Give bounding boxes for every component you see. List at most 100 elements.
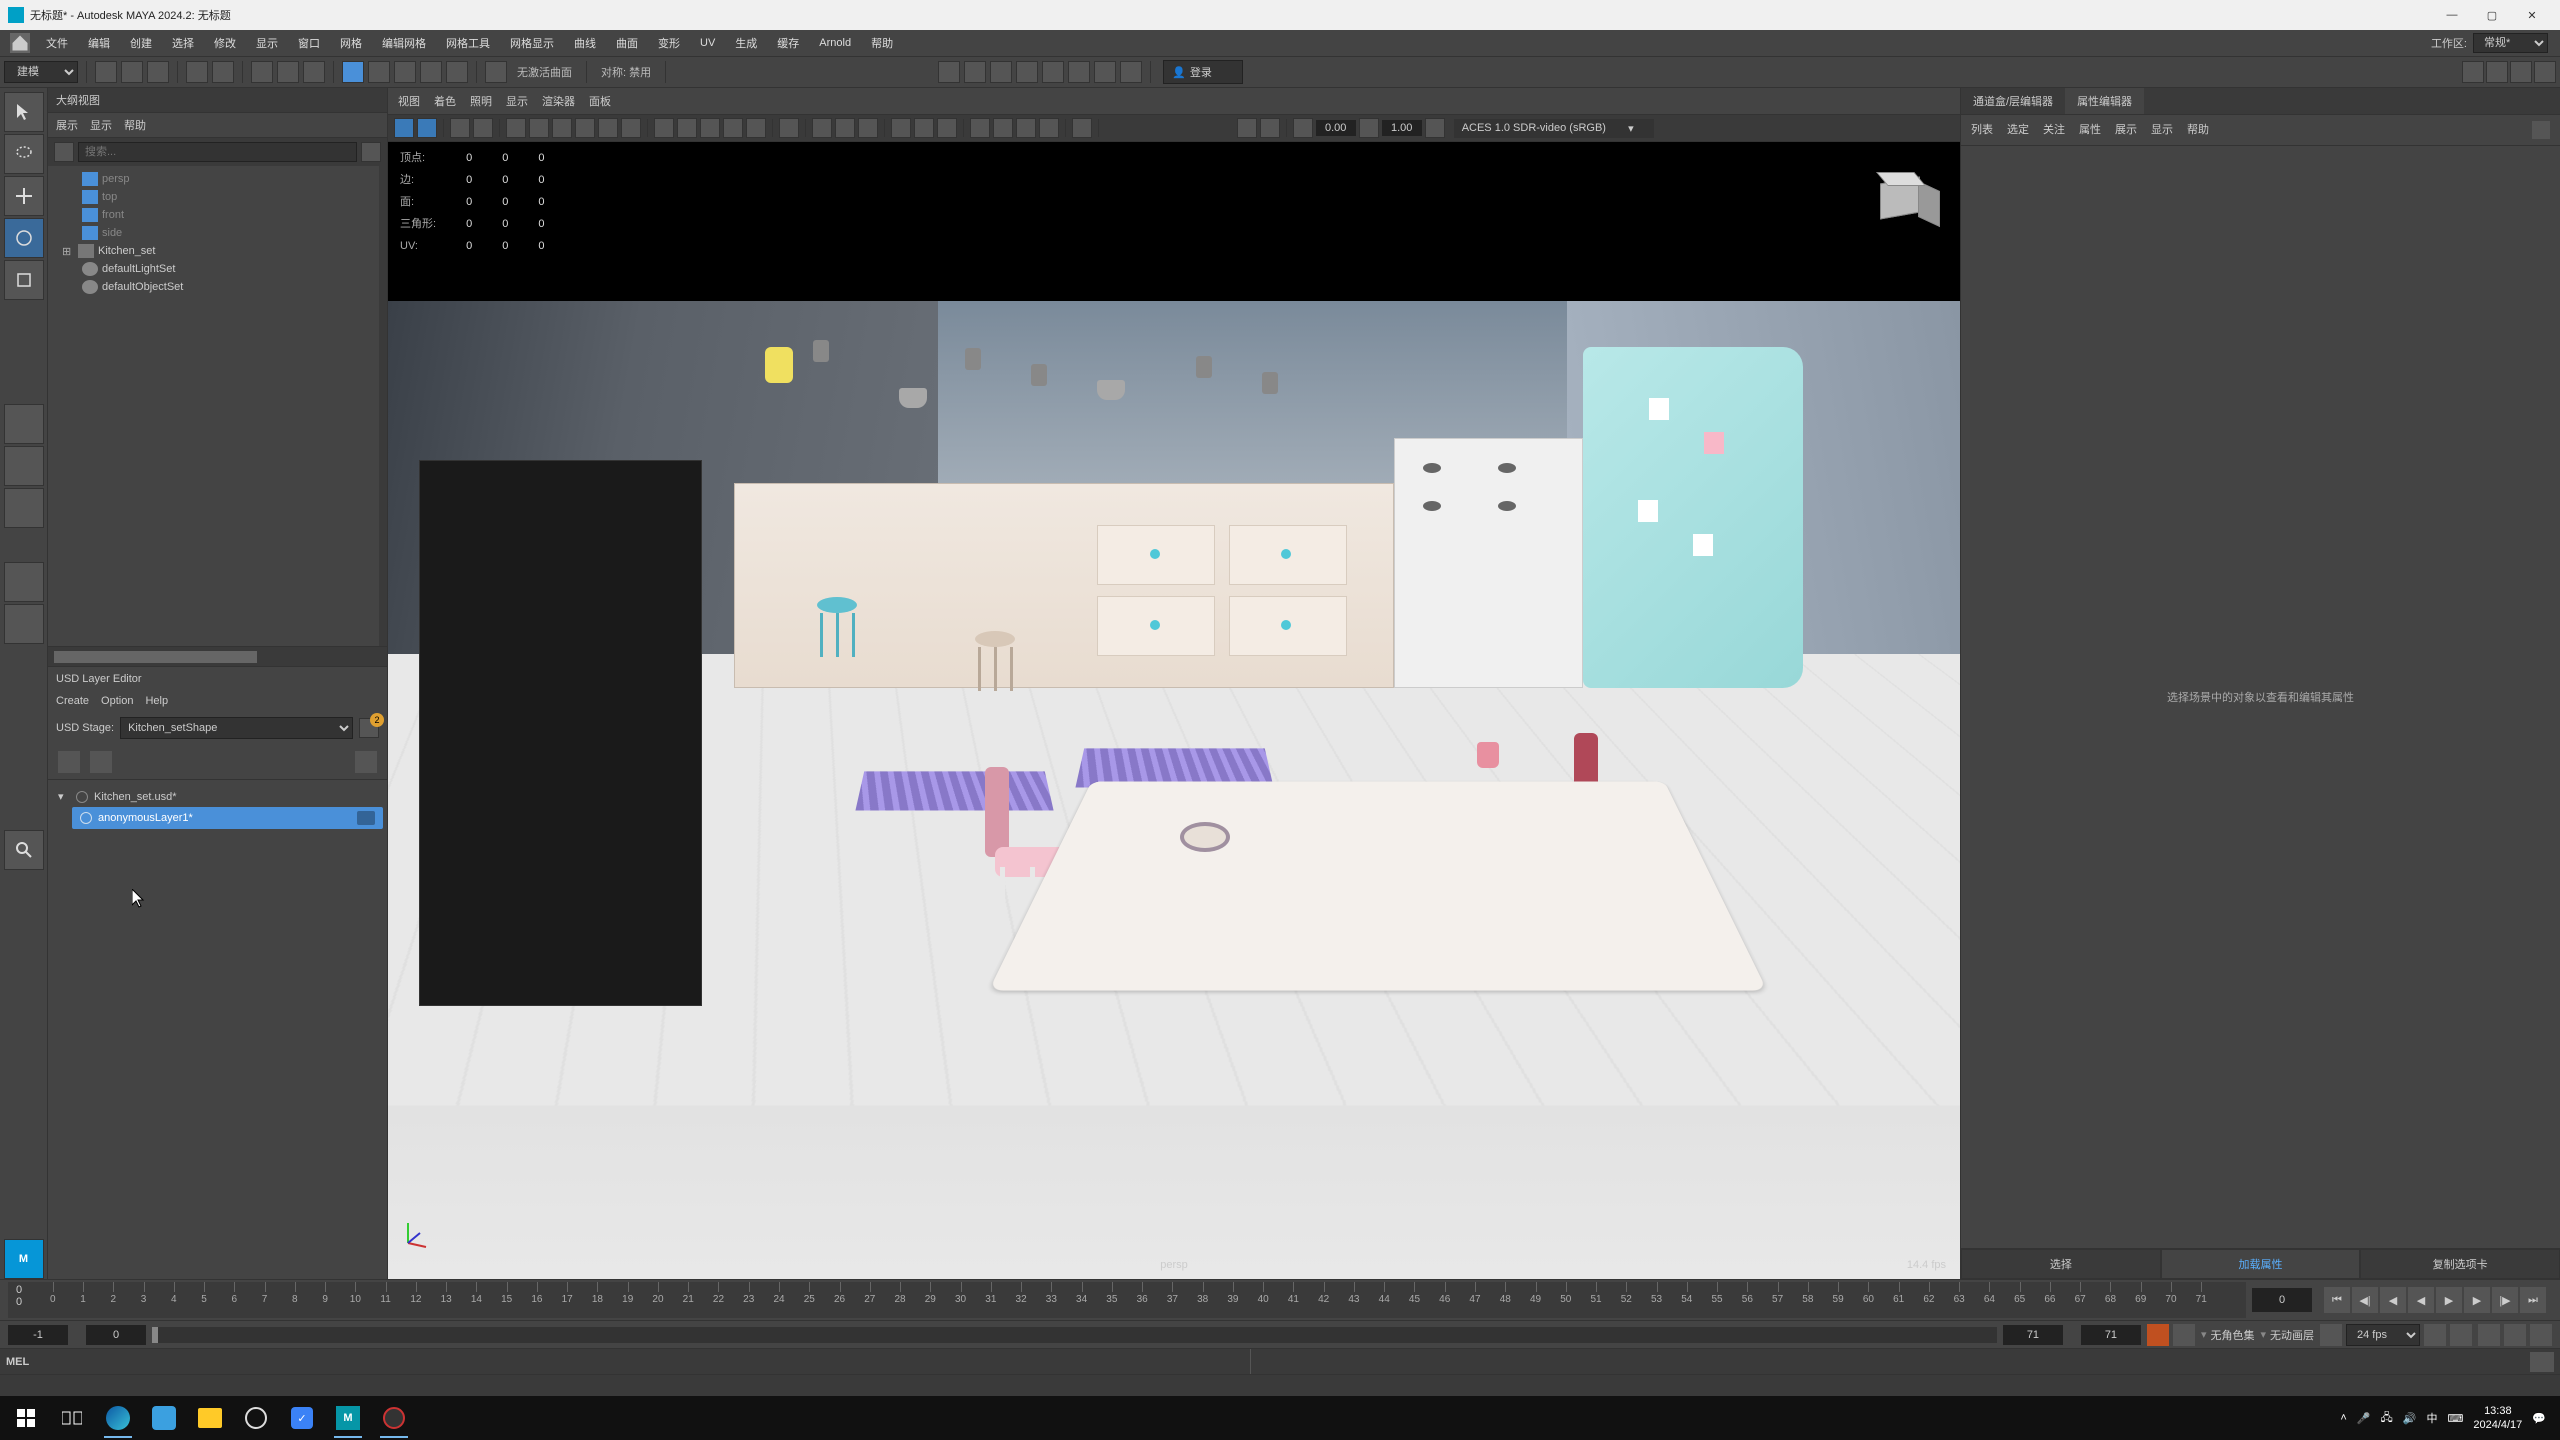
render-icon[interactable] [938,61,960,83]
script-lang-label[interactable]: MEL [6,1356,29,1368]
menu-meshdisplay[interactable]: 网格显示 [500,35,564,51]
usd-stage-dropdown[interactable]: Kitchen_setShape [120,717,353,739]
target-icon[interactable] [80,812,92,824]
usd-load-layer-icon[interactable] [90,751,112,773]
save-scene-icon[interactable] [147,61,169,83]
play-back-icon[interactable]: ◀ [2408,1287,2434,1313]
command-input[interactable] [35,1356,1244,1368]
render-settings-icon[interactable] [1016,61,1038,83]
snap-curve-icon[interactable] [368,61,390,83]
tray-network-icon[interactable]: 🖧 [2381,1409,2393,1428]
outliner-item-lightset[interactable]: defaultLightSet [48,260,379,278]
vp-subdiv-icon[interactable] [937,118,957,138]
audio-icon[interactable] [2478,1324,2500,1346]
vp-gamma-icon[interactable] [1293,118,1313,138]
vp-menu-lighting[interactable]: 照明 [470,93,492,109]
outliner-item-side[interactable]: side [48,224,379,242]
tray-chevron-icon[interactable]: ˄ [2340,1412,2346,1424]
outliner-menu-help[interactable]: 帮助 [124,117,146,133]
vp-aa-icon[interactable] [1016,118,1036,138]
lasso-tool[interactable] [4,134,44,174]
start-button[interactable] [4,1398,48,1438]
prefs-icon[interactable] [2530,1324,2552,1346]
tray-notifications-icon[interactable]: 💬 [2532,1412,2546,1425]
vp-safe-title-icon[interactable] [621,118,641,138]
vp-menu-panels[interactable]: 面板 [589,93,611,109]
range-slider[interactable] [152,1327,1997,1343]
anim-layer-dropdown[interactable]: 无动画层 [2270,1327,2314,1343]
vp-color-mgmt-icon[interactable] [1425,118,1445,138]
target-icon[interactable] [76,791,88,803]
menu-arnold[interactable]: Arnold [809,37,861,49]
toggle-panel-icon[interactable] [1068,61,1090,83]
play-fwd-icon[interactable]: ▶ [2436,1287,2462,1313]
vp-field-chart-icon[interactable] [575,118,595,138]
vp-menu-view[interactable]: 视图 [398,93,420,109]
stop-icon[interactable] [1120,61,1142,83]
range-end-field[interactable]: 71 [2003,1325,2063,1345]
graph-editor-icon[interactable] [4,604,44,644]
vp-gamma-field[interactable]: 0.00 [1316,120,1356,136]
menu-window[interactable]: 窗口 [288,35,330,51]
ae-btn-select[interactable]: 选择 [1961,1249,2161,1279]
snap-grid-icon[interactable] [342,61,364,83]
anim-prefs-icon[interactable] [2450,1324,2472,1346]
outliner-tree[interactable]: persp top front side ⊞Kitchen_set defaul… [48,166,387,646]
vp-ao-icon[interactable] [970,118,990,138]
vp-film-gate-icon[interactable] [529,118,549,138]
open-scene-icon[interactable] [121,61,143,83]
menu-generate[interactable]: 生成 [725,35,767,51]
close-button[interactable]: ✕ [2512,0,2552,30]
outliner-item-kitchen[interactable]: ⊞Kitchen_set [48,242,379,260]
outliner-menu-display[interactable]: 显示 [90,117,112,133]
new-scene-icon[interactable] [95,61,117,83]
go-start-icon[interactable]: ⏮ [2324,1287,2350,1313]
tab-channelbox[interactable]: 通道盒/层编辑器 [1961,88,2065,114]
rotate-tool[interactable] [4,218,44,258]
menu-modify[interactable]: 修改 [204,35,246,51]
playback-loop-icon[interactable] [2320,1324,2342,1346]
step-fwd-key-icon[interactable]: |▶ [2492,1287,2518,1313]
outliner-item-objectset[interactable]: defaultObjectSet [48,278,379,296]
vp-dof-icon[interactable] [1039,118,1059,138]
vp-gamma-toggle-icon[interactable] [1237,118,1257,138]
usd-layer-root[interactable]: ▾ Kitchen_set.usd* [52,786,383,807]
ae-menu-show[interactable]: 展示 [2115,121,2137,139]
outliner-filter-icon[interactable] [54,142,74,162]
loop-mode-icon[interactable] [2424,1324,2446,1346]
usd-layer-tree[interactable]: ▾ Kitchen_set.usd* anonymousLayer1* [48,780,387,1279]
ae-menu-display[interactable]: 显示 [2151,121,2173,139]
usd-menu-help[interactable]: Help [145,695,168,707]
taskbar-obs-icon[interactable] [372,1398,416,1438]
anim-end-field[interactable]: 71 [2081,1325,2141,1345]
vp-image-plane-icon[interactable] [473,118,493,138]
vp-exposure-icon[interactable] [1072,118,1092,138]
taskbar-explorer-icon[interactable] [188,1398,232,1438]
vp-shadows-icon[interactable] [746,118,766,138]
task-view-icon[interactable] [50,1398,94,1438]
menu-curves[interactable]: 曲线 [564,35,606,51]
vp-textured-icon[interactable] [700,118,720,138]
ae-menu-list[interactable]: 列表 [1971,121,1993,139]
vp-isolate-icon[interactable] [779,118,799,138]
menu-cache[interactable]: 缓存 [767,35,809,51]
render-frame-icon[interactable] [964,61,986,83]
ae-btn-copy-tab[interactable]: 复制选项卡 [2360,1249,2560,1279]
step-back-icon[interactable]: ◀ [2380,1287,2406,1313]
vp-contrast-field[interactable]: 1.00 [1382,120,1422,136]
snap-point-icon[interactable] [394,61,416,83]
outliner-item-persp[interactable]: persp [48,170,379,188]
ae-menu-help[interactable]: 帮助 [2187,121,2209,139]
usd-add-layer-icon[interactable] [58,751,80,773]
vp-bookmark-icon[interactable] [450,118,470,138]
layout-four-icon[interactable] [4,446,44,486]
hypershade-icon[interactable] [1042,61,1064,83]
move-tool[interactable] [4,176,44,216]
layout-btn-1[interactable] [2462,61,2484,83]
viewport-3d[interactable]: 顶点:000边:000面:000三角形:000UV:000 [388,142,1960,1279]
vp-wireframe-icon[interactable] [654,118,674,138]
tray-ime-icon[interactable]: 中 [2426,1410,2437,1426]
sync-icon[interactable] [2504,1324,2526,1346]
layout-btn-2[interactable] [2486,61,2508,83]
vp-gate-mask-icon[interactable] [552,118,572,138]
